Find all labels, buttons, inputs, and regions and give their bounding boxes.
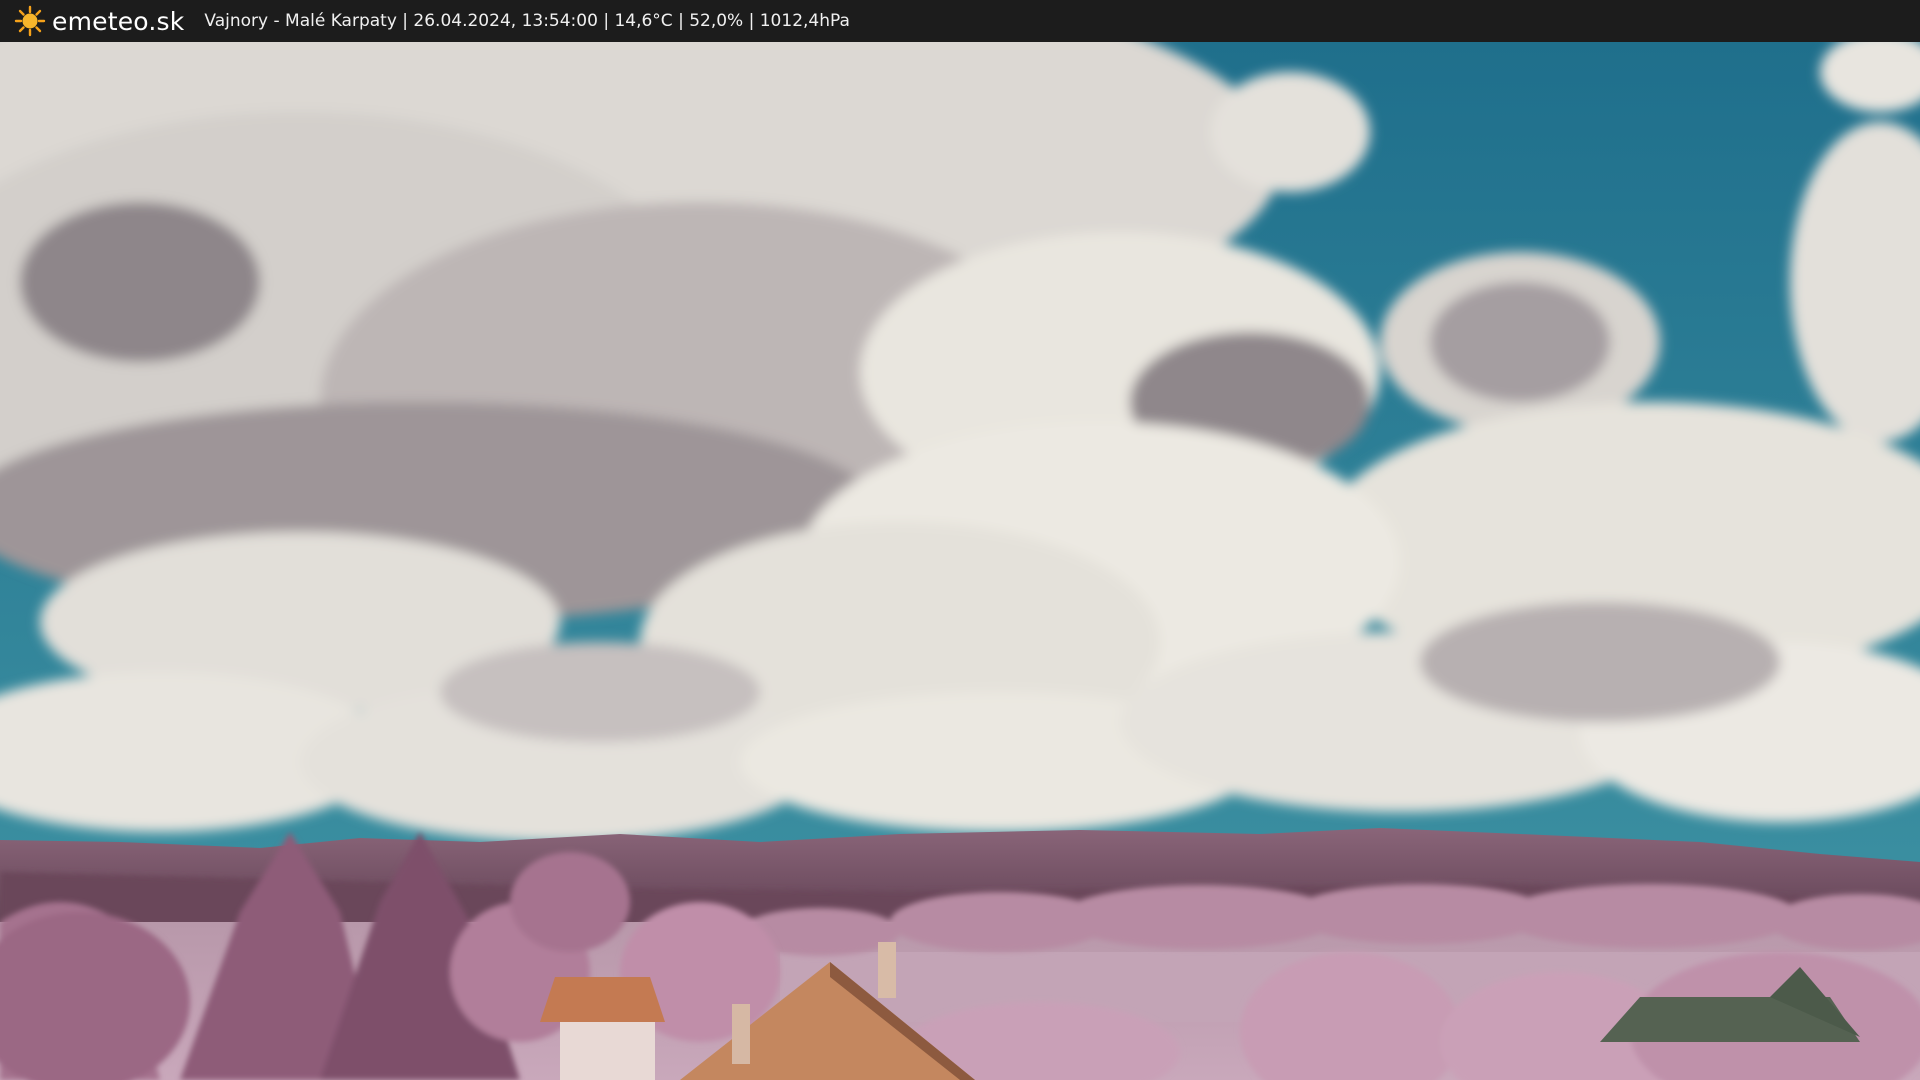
weather-info-line: Vajnory - Malé Karpaty | 26.04.2024, 13:… xyxy=(204,11,850,31)
webcam-header-bar: emeteo.sk Vajnory - Malé Karpaty | 26.04… xyxy=(0,0,1920,42)
webcam-image xyxy=(0,42,1920,1080)
site-logo[interactable]: emeteo.sk xyxy=(14,5,184,37)
sun-icon xyxy=(14,5,46,37)
site-brand-name[interactable]: emeteo.sk xyxy=(52,7,184,36)
webcam-landscape-photo xyxy=(0,42,1920,1080)
